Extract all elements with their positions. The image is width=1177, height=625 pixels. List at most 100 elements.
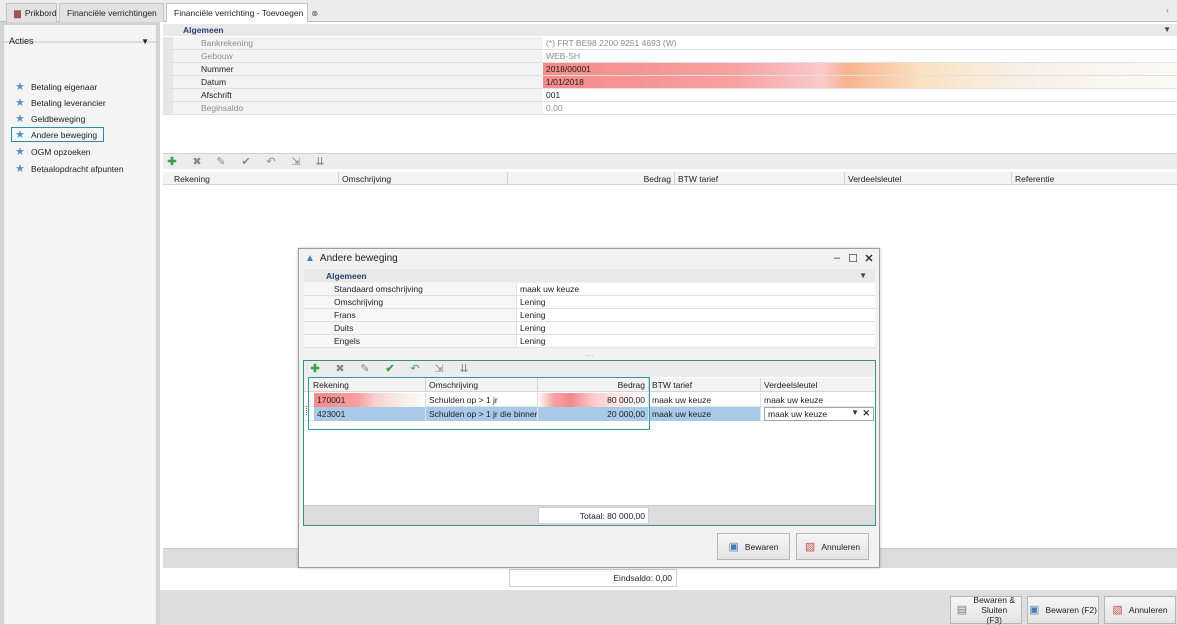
prop-label: Engels <box>304 335 517 347</box>
action-label: Geldbeweging <box>31 113 86 124</box>
action-betaling-eigenaar[interactable]: ★ Betaling eigenaar <box>11 79 101 94</box>
star-icon: ★ <box>15 97 25 109</box>
star-icon: ★ <box>15 163 25 175</box>
cancel-doc-icon: ▧ <box>1112 604 1123 616</box>
dialog-save-button[interactable]: ▣ Bewaren <box>717 533 790 560</box>
button-label: Bewaren <box>744 541 779 552</box>
close-icon[interactable]: ⊗ <box>311 9 318 18</box>
action-betaalopdracht-afpunten[interactable]: ★ Betaalopdracht afpunten <box>11 161 128 176</box>
undo-icon[interactable]: ↶ <box>264 155 278 168</box>
maximize-icon[interactable]: ☐ <box>846 251 860 265</box>
standaard-omschrijving-select[interactable]: maak uw keuze <box>517 283 875 295</box>
action-ogm-opzoeken[interactable]: ★ OGM opzoeken <box>11 144 95 159</box>
duits-field[interactable]: Lening <box>517 322 875 334</box>
briefcase-icon: ▆ <box>14 7 21 18</box>
action-label: Betaling leverancier <box>31 97 106 108</box>
prop-row-gebouw: Gebouw WEB-SH <box>163 50 1177 63</box>
close-icon[interactable]: ✕ <box>862 251 876 265</box>
engels-field[interactable]: Lening <box>517 335 875 347</box>
column-header-btw-tarief[interactable]: BTW tarief <box>649 378 761 391</box>
dialog-titlebar[interactable]: ▲ Andere beweging <box>299 249 879 268</box>
add-icon[interactable]: ✚ <box>308 362 322 375</box>
cell-btw-tarief[interactable]: maak uw keuze <box>649 393 761 407</box>
delete-icon[interactable]: ✖ <box>190 155 204 168</box>
tab-label: Prikbord <box>24 8 57 18</box>
prop-row-beginsaldo: Beginsaldo 0,00 <box>163 102 1177 115</box>
prop-label: Duits <box>304 322 517 334</box>
move-icon[interactable]: ⇲ <box>432 362 446 375</box>
clear-icon[interactable]: ✕ <box>862 408 870 419</box>
cell-btw-tarief[interactable]: maak uw keuze <box>649 407 761 421</box>
section-title: Algemeen <box>183 25 224 35</box>
action-geldbeweging[interactable]: ★ Geldbeweging <box>11 111 89 126</box>
column-header-verdeelsleutel[interactable]: Verdeelsleutel <box>845 172 1012 185</box>
cancel-button[interactable]: ▧ Annuleren <box>1104 596 1176 624</box>
verdeelsleutel-dropdown[interactable]: maak uw keuze ▼ ✕ <box>764 407 874 421</box>
column-header-bedrag[interactable]: Bedrag <box>508 172 675 185</box>
dialog-row-frans: Frans Lening <box>304 309 875 322</box>
edit-icon[interactable]: ✎ <box>358 362 372 375</box>
action-betaling-leverancier[interactable]: ★ Betaling leverancier <box>11 95 110 110</box>
collapse-triangle-icon[interactable]: ▼ <box>141 37 149 46</box>
tab-prikbord[interactable]: ▆ Prikbord <box>6 3 57 22</box>
filter-icon[interactable]: ⇊ <box>313 155 327 168</box>
dialog-title: Andere beweging <box>319 253 398 264</box>
minimize-icon[interactable]: – <box>830 251 844 265</box>
dialog-row-omschrijving: Omschrijving Lening <box>304 296 875 309</box>
prop-row-nummer: Nummer 2018/00001 <box>163 63 1177 76</box>
button-label: Bewaren (F2) <box>1045 605 1097 615</box>
section-header-algemeen[interactable]: Algemeen ▼ <box>163 24 1177 36</box>
save-close-button[interactable]: ▤ Bewaren & Sluiten (F3) <box>950 595 1022 625</box>
column-header-omschrijving[interactable]: Omschrijving <box>339 172 508 185</box>
add-icon[interactable]: ✚ <box>165 155 179 168</box>
cell-verdeelsleutel[interactable]: maak uw keuze <box>761 393 875 407</box>
star-icon: ★ <box>15 129 25 141</box>
tab-label: Financiële verrichting - Toevoegen <box>174 8 304 18</box>
bankrekening-field[interactable]: (*) FRT BE98 2200 9251 4693 (W) <box>543 37 1177 49</box>
dropdown-value: maak uw keuze <box>768 409 828 419</box>
splitter-handle[interactable]: ⋯ <box>304 351 875 360</box>
chevron-down-icon[interactable]: ▼ <box>859 271 867 280</box>
save-button[interactable]: ▣ Bewaren (F2) <box>1027 596 1099 624</box>
frans-field[interactable]: Lening <box>517 309 875 321</box>
delete-icon[interactable]: ✖ <box>333 362 347 375</box>
dialog-cancel-button[interactable]: ▧ Annuleren <box>796 533 869 560</box>
check-icon[interactable]: ✔ <box>239 155 253 168</box>
star-icon: ★ <box>15 81 25 93</box>
star-icon: ★ <box>15 113 25 125</box>
dialog-row-duits: Duits Lening <box>304 322 875 335</box>
button-label: Annuleren <box>1128 605 1168 615</box>
undo-icon[interactable]: ↶ <box>408 362 422 375</box>
tab-financiele-verrichtingen[interactable]: Financiële verrichtingen <box>59 3 164 22</box>
dialog-row-standaard-omschrijving: Standaard omschrijving maak uw keuze <box>304 283 875 296</box>
column-header-rekening[interactable]: Rekening <box>171 172 339 185</box>
action-label: Betaalopdracht afpunten <box>31 163 124 174</box>
datum-field[interactable]: 1/01/2018 <box>543 76 1177 88</box>
dialog-section-algemeen[interactable]: Algemeen ▼ <box>304 269 875 282</box>
prop-label: Datum <box>163 76 543 88</box>
column-header-referentie[interactable]: Referentie <box>1012 172 1177 185</box>
actions-header[interactable]: Acties ▼ <box>9 34 149 48</box>
star-icon: ★ <box>15 146 25 158</box>
omschrijving-field[interactable]: Lening <box>517 296 875 308</box>
dropdown-arrow-icon[interactable]: ▼ <box>851 408 859 417</box>
filter-icon[interactable]: ⇊ <box>457 362 471 375</box>
afschrift-field[interactable]: 001 <box>543 89 1177 101</box>
edit-icon[interactable]: ✎ <box>214 155 228 168</box>
chevron-down-icon[interactable]: ▼ <box>1163 25 1171 34</box>
nummer-field[interactable]: 2018/00001 <box>543 63 1177 75</box>
gebouw-field[interactable]: WEB-SH <box>543 50 1177 62</box>
totaal-value: Totaal: 80 000,00 <box>538 507 649 524</box>
tab-verrichting-toevoegen[interactable]: Financiële verrichting - Toevoegen ⊗ <box>166 3 318 22</box>
check-icon[interactable]: ✔ <box>383 362 397 375</box>
prop-row-bankrekening: Bankrekening (*) FRT BE98 2200 9251 4693… <box>163 37 1177 50</box>
chevron-left-icon[interactable]: ‹ <box>1166 5 1169 15</box>
column-header-btw-tarief[interactable]: BTW tarief <box>675 172 845 185</box>
floppy-icon: ▣ <box>1029 604 1040 616</box>
grid-header: Rekening Omschrijving Bedrag BTW tarief … <box>163 172 1177 185</box>
action-andere-beweging[interactable]: ★ Andere beweging <box>11 127 104 142</box>
prop-label: Gebouw <box>163 50 543 62</box>
column-header-verdeelsleutel[interactable]: Verdeelsleutel <box>761 378 875 391</box>
move-icon[interactable]: ⇲ <box>289 155 303 168</box>
highlight-box <box>308 377 650 430</box>
